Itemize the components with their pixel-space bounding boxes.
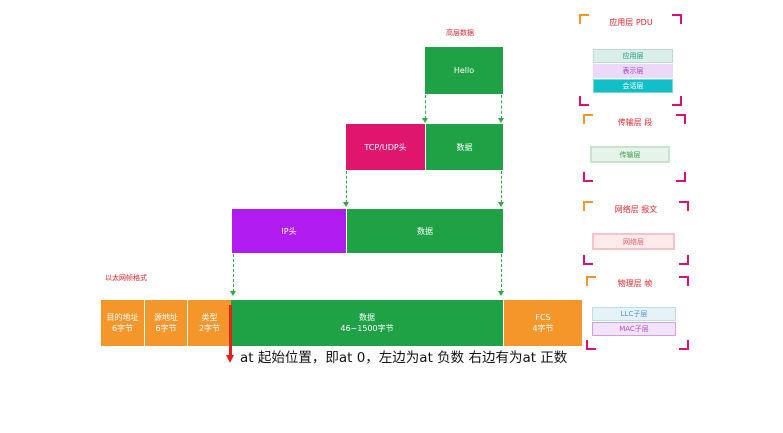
bracket-corner-icon xyxy=(679,340,689,350)
dashed-arrow-tcp-right xyxy=(501,171,502,203)
ip-data-box: 数据 xyxy=(346,209,503,253)
frame-src-line1: 源地址 xyxy=(154,313,178,322)
ip-header-box: IP头 xyxy=(232,209,346,253)
hello-box: Hello xyxy=(425,47,503,94)
frame-dest-line1: 目的地址 xyxy=(106,313,139,322)
bracket-corner-icon xyxy=(579,96,589,106)
frame-type-line2: 2字节 xyxy=(198,324,221,333)
layer-session: 会话层 xyxy=(593,79,673,93)
frame-src-address: 源地址 6字节 xyxy=(145,300,188,346)
frame-fcs-line2: 4字节 xyxy=(532,324,554,333)
arrowhead-icon xyxy=(498,291,504,296)
bracket-corner-icon xyxy=(679,255,689,265)
network-layer-title: 网络层 报文 xyxy=(614,205,658,214)
tcp-data-box: 数据 xyxy=(425,124,503,170)
dashed-arrow-ip-left xyxy=(233,254,234,292)
dashed-arrow-ip-right xyxy=(501,254,502,292)
frame-type-line1: 类型 xyxy=(201,313,218,322)
frame-data-line1: 数据 xyxy=(359,313,375,322)
frame-fcs-line1: FCS xyxy=(535,313,551,322)
frame-dest-address: 目的地址 6字节 xyxy=(101,300,145,346)
tcp-udp-header-box: TCP/UDP头 xyxy=(346,124,425,170)
hello-text: Hello xyxy=(453,66,475,75)
arrowhead-icon xyxy=(498,118,504,123)
frame-src-line2: 6字节 xyxy=(155,324,177,333)
high-level-data-label: 高层数据 xyxy=(446,29,474,37)
frame-data: 数据 46~1500字节 xyxy=(231,300,503,346)
frame-dest-line2: 6字节 xyxy=(111,324,134,333)
arrowhead-icon xyxy=(343,202,349,207)
layer-network: 网络层 xyxy=(592,233,675,250)
ethernet-frame-label: 以太网帧格式 xyxy=(105,274,147,282)
ip-data-text: 数据 xyxy=(417,226,433,236)
dashed-arrow-hello-left xyxy=(425,95,426,119)
frame-fcs: FCS 4字节 xyxy=(503,300,582,346)
bracket-corner-icon xyxy=(676,172,686,182)
tcp-udp-header-text: TCP/UDP头 xyxy=(364,142,407,152)
arrow-down-icon xyxy=(226,355,234,363)
arrowhead-icon xyxy=(422,118,428,123)
dashed-arrow-tcp-left xyxy=(346,171,347,203)
tcp-data-text: 数据 xyxy=(456,142,473,152)
bracket-corner-icon xyxy=(583,172,593,182)
app-layer-title: 应用层 PDU xyxy=(609,18,653,27)
arrowhead-icon xyxy=(230,291,236,296)
layer-application: 应用层 xyxy=(593,49,673,63)
at-position-caption: at 起始位置，即at 0，左边为at 负数 右边有为at 正数 xyxy=(240,350,568,366)
layer-presentation: 表示层 xyxy=(593,64,673,78)
bracket-corner-icon xyxy=(583,255,593,265)
frame-data-line2: 46~1500字节 xyxy=(340,324,394,333)
arrowhead-icon xyxy=(498,202,504,207)
layer-llc: LLC子层 xyxy=(592,307,676,321)
layer-mac: MAC子层 xyxy=(592,322,676,336)
physical-layer-title: 物理层 帧 xyxy=(617,279,653,288)
transport-layer-title: 传输层 段 xyxy=(617,118,653,127)
bracket-corner-icon xyxy=(672,96,682,106)
frame-type: 类型 2字节 xyxy=(188,300,231,346)
ip-header-text: IP头 xyxy=(281,226,297,236)
dashed-arrow-hello-right xyxy=(501,95,502,119)
at-origin-arrow xyxy=(229,305,232,357)
bracket-corner-icon xyxy=(586,340,596,350)
layer-transport: 传输层 xyxy=(590,146,670,163)
